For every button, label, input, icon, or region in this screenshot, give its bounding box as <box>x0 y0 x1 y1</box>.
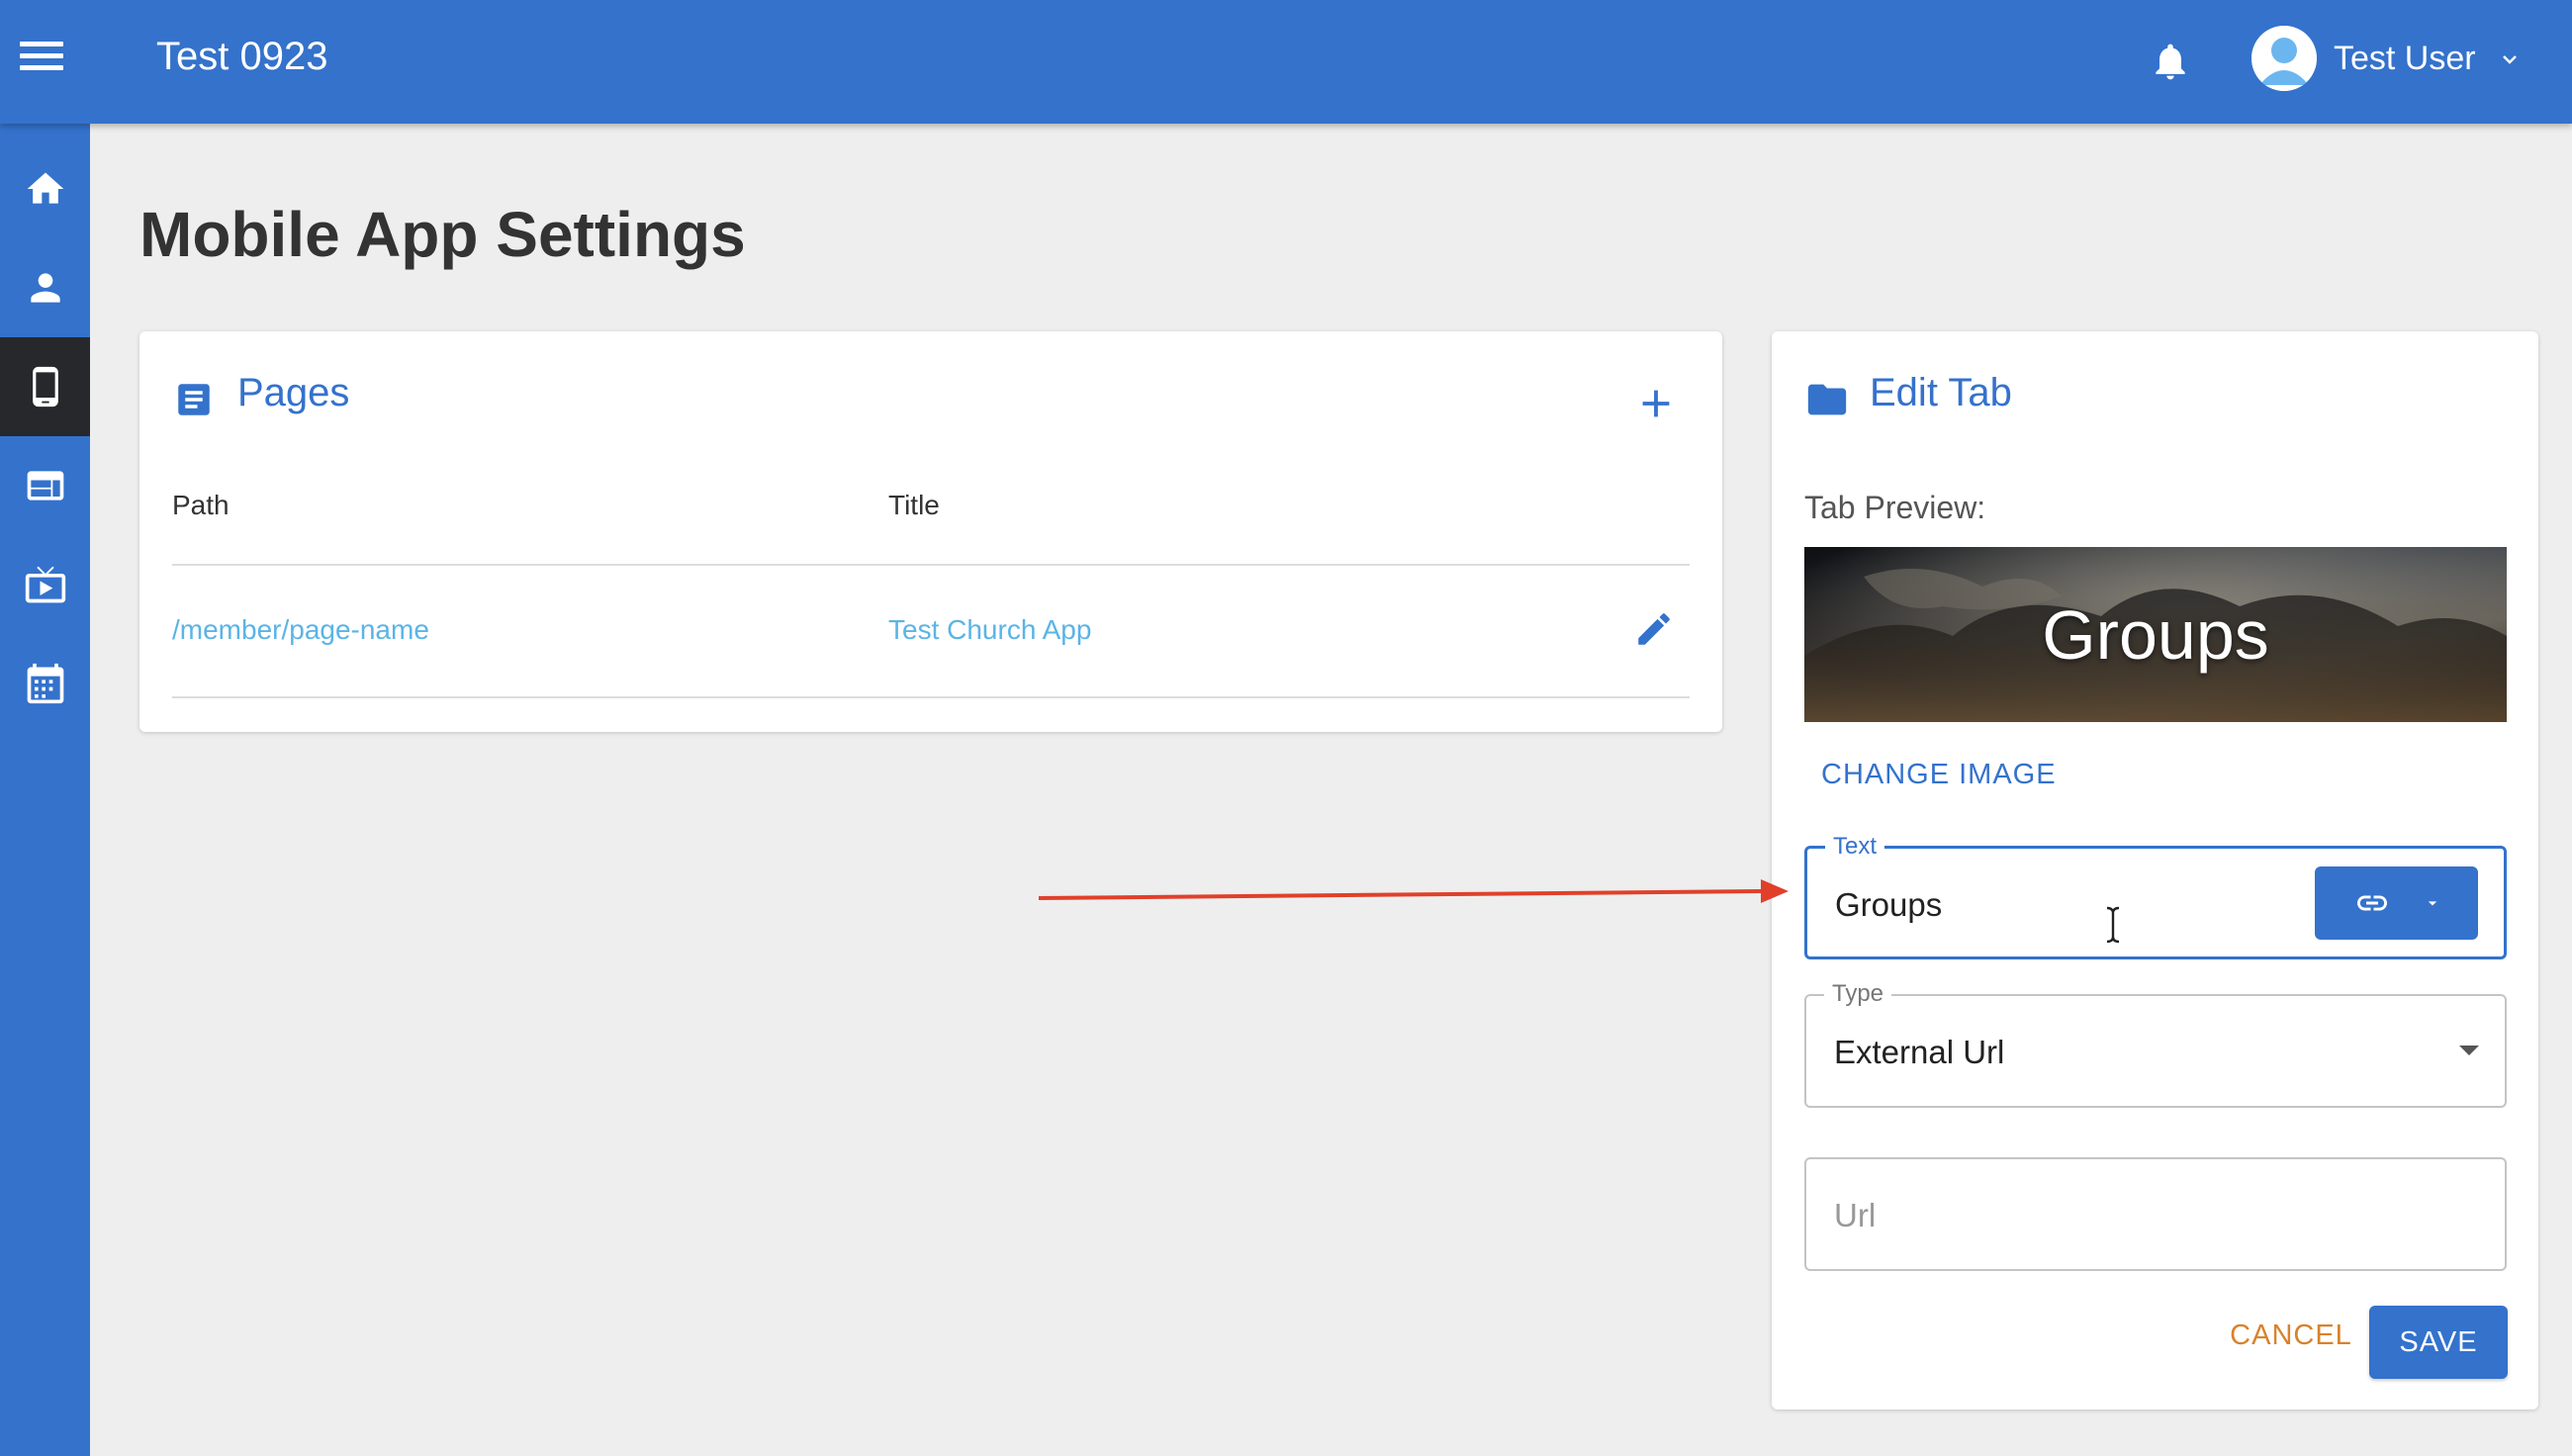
chevron-down-icon[interactable] <box>2495 47 2525 71</box>
user-name[interactable]: Test User <box>2334 40 2476 78</box>
page-title: Mobile App Settings <box>139 199 746 270</box>
text-cursor-icon <box>2106 906 2120 944</box>
person-icon <box>30 273 60 303</box>
edit-tab-title: Edit Tab <box>1870 371 2012 414</box>
menu-icon[interactable] <box>20 42 63 81</box>
save-button[interactable]: SAVE <box>2369 1306 2508 1379</box>
document-icon <box>178 384 210 415</box>
pages-card: Pages Path Title /member/page-name Test … <box>139 331 1722 732</box>
sidebar-item-mobile[interactable] <box>0 337 90 436</box>
text-field-label: Text <box>1825 833 1885 861</box>
text-field[interactable]: Text Groups <box>1804 833 2507 959</box>
column-header-path: Path <box>172 490 230 520</box>
edit-pencil-icon[interactable] <box>1633 608 1675 650</box>
sidebar-item-home[interactable] <box>0 139 90 238</box>
header-divider <box>172 564 1690 566</box>
web-layout-icon <box>27 471 63 500</box>
mobile-phone-icon <box>32 366 58 408</box>
change-image-button[interactable]: CHANGE IMAGE <box>1821 759 2057 791</box>
url-input-placeholder[interactable]: Url <box>1834 1197 1876 1234</box>
link-type-dropdown-button[interactable] <box>2315 866 2478 940</box>
calendar-icon <box>27 663 63 704</box>
live-tv-icon <box>25 566 65 603</box>
type-select-value[interactable]: External Url <box>1834 1034 2004 1071</box>
avatar-person-icon <box>2251 26 2317 91</box>
url-input[interactable]: Url <box>1804 1157 2507 1271</box>
tab-preview-label: Tab Preview: <box>1804 490 1986 525</box>
tab-preview-image: Groups <box>1804 547 2507 722</box>
folder-icon <box>1807 384 1847 415</box>
app-title: Test 0923 <box>156 35 328 78</box>
sidebar-item-calendar[interactable] <box>0 634 90 733</box>
cancel-button[interactable]: CANCEL <box>2222 1306 2360 1365</box>
page-path-link[interactable]: /member/page-name <box>172 614 429 646</box>
sidebar-nav <box>0 124 90 1456</box>
edit-tab-card: Edit Tab Tab Preview: Groups CHANGE IMAG… <box>1772 331 2538 1410</box>
sidebar-item-people[interactable] <box>0 238 90 337</box>
add-page-button[interactable] <box>1633 381 1679 426</box>
row-divider <box>172 696 1690 698</box>
top-app-bar: Test 0923 Test User <box>0 0 2572 124</box>
user-avatar[interactable] <box>2251 26 2317 91</box>
column-header-title: Title <box>888 490 940 520</box>
bell-icon[interactable] <box>2149 38 2192 85</box>
type-select[interactable]: Type External Url <box>1804 980 2507 1108</box>
tab-preview-text: Groups <box>2042 595 2269 674</box>
type-select-label: Type <box>1824 980 1892 1008</box>
pages-card-title: Pages <box>237 371 350 414</box>
caret-down-icon <box>2428 901 2437 906</box>
page-title-link[interactable]: Test Church App <box>888 614 1091 646</box>
home-icon <box>27 172 63 204</box>
dropdown-arrow-icon[interactable] <box>2459 1046 2479 1055</box>
sidebar-item-streaming[interactable] <box>0 535 90 634</box>
text-field-value[interactable]: Groups <box>1835 886 1942 924</box>
link-icon <box>2357 895 2387 911</box>
sidebar-item-website[interactable] <box>0 436 90 535</box>
